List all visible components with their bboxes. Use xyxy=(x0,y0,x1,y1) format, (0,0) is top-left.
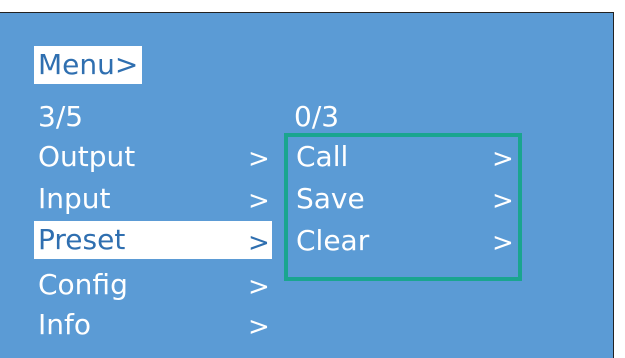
chevron-right-icon: > xyxy=(492,228,514,258)
submenu-item-label: Call xyxy=(296,140,349,173)
chevron-right-icon: > xyxy=(248,272,270,302)
menu-item-label: Info xyxy=(38,308,91,341)
chevron-right-icon: > xyxy=(248,186,270,216)
chevron-right-icon: > xyxy=(492,144,514,174)
menu-item-label: Output xyxy=(38,140,136,173)
chevron-right-icon: > xyxy=(248,228,270,258)
menu-title: Menu> xyxy=(34,46,143,84)
chevron-right-icon: > xyxy=(248,312,270,342)
menu-screen: Menu> 3/5 0/3 Output > Input > Preset > … xyxy=(0,12,614,358)
submenu-item-label: Save xyxy=(296,182,365,215)
submenu-position-indicator: 0/3 xyxy=(294,100,340,133)
chevron-right-icon: > xyxy=(248,144,270,174)
menu-item-label-selected: Preset xyxy=(34,221,272,259)
menu-item-label: Input xyxy=(38,182,111,215)
chevron-right-icon: > xyxy=(492,186,514,216)
menu-item-label: Config xyxy=(38,268,128,301)
menu-position-indicator: 3/5 xyxy=(38,100,84,133)
submenu-item-label: Clear xyxy=(296,224,370,257)
